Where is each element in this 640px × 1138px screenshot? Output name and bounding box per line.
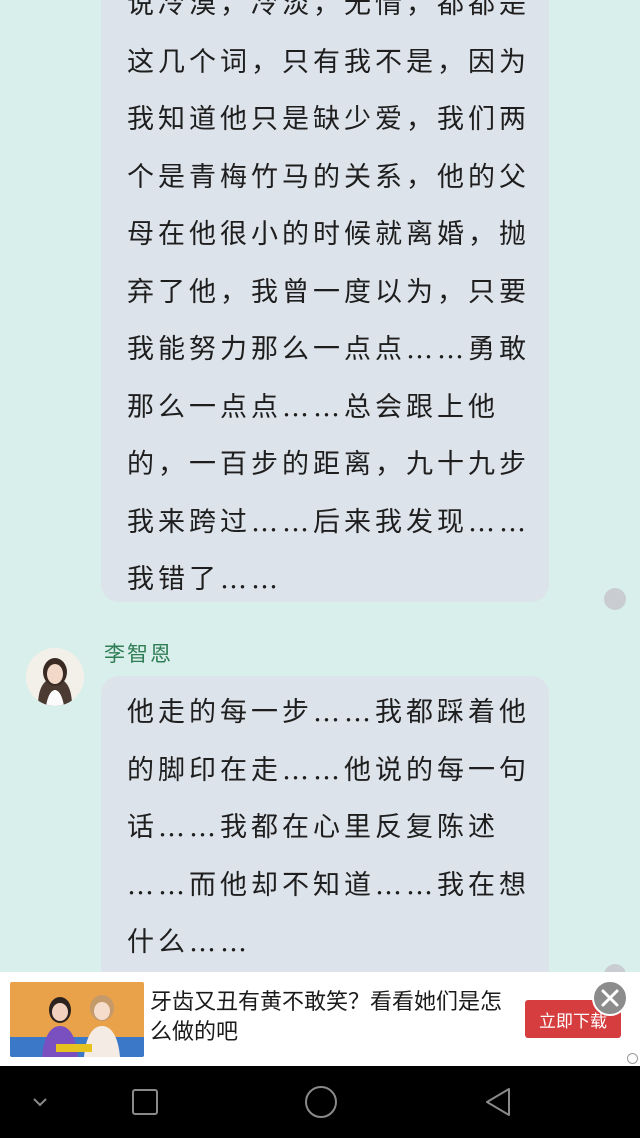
chevron-down-icon [33,1098,47,1107]
message-line: 我来跨过……后来我发现…… [127,506,530,538]
ad-banner[interactable]: 牙齿又丑有黄不敢笑？看看她们是怎么做的吧 立即下载 [0,972,640,1066]
message-line: ……而他却不知道……我在想 [127,869,530,901]
message-line: 话……我都在心里反复陈述 [127,812,499,843]
message-line: 我知道他只是缺少爱，我们两 [127,104,530,135]
message-line: 说冷漠，冷淡，无情，都都是 [127,0,530,20]
message-line: 我错了…… [127,564,282,595]
hide-nav-button[interactable] [22,1084,58,1120]
message-line: 什么…… [127,927,251,958]
message-line: 那么一点点……总会跟上他 [127,391,499,423]
message-bubble[interactable]: 说冷漠，冷淡，无情，都都是 这几个词，只有我不是，因为 我知道他只是缺少爱，我们… [101,0,549,602]
chat-area[interactable]: 说冷漠，冷淡，无情，都都是 这几个词，只有我不是，因为 我知道他只是缺少爱，我们… [0,0,640,972]
message-line: 我能努力那么一点点……勇敢 [127,334,530,365]
close-icon [601,989,619,1007]
ad-info-icon[interactable] [627,1053,638,1064]
message-line: 的，一百步的距离，九十九步 [127,449,530,480]
circle-icon [305,1086,337,1118]
recent-apps-button[interactable] [127,1084,163,1120]
ad-thumbnail[interactable] [10,982,144,1057]
avatar[interactable] [26,648,84,706]
ad-text[interactable]: 牙齿又丑有黄不敢笑？看看她们是怎么做的吧 [150,988,510,1048]
message-line: 个是青梅竹马的关系，他的父 [127,161,530,193]
ad-image-icon [10,982,144,1057]
message-line: 这几个词，只有我不是，因为 [127,46,530,78]
system-nav-bar [0,1066,640,1138]
square-icon [132,1089,158,1115]
message-line: 的脚印在走……他说的每一句 [127,754,530,786]
back-button[interactable] [480,1084,516,1120]
message-line: 母在他很小的时候就离婚，抛 [127,219,530,250]
close-ad-button[interactable] [592,980,628,1016]
message-bubble[interactable]: 他走的每一步……我都踩着他 的脚印在走……他说的每一句 话……我都在心里反复陈述… [101,676,549,972]
message-line: 他走的每一步……我都踩着他 [127,697,530,728]
read-indicator [604,588,626,610]
message-line: 弃了他，我曾一度以为，只要 [127,276,530,308]
triangle-back-icon [486,1088,510,1116]
avatar-portrait-icon [26,648,84,706]
sender-name: 李智恩 [104,642,173,666]
home-button[interactable] [303,1084,339,1120]
